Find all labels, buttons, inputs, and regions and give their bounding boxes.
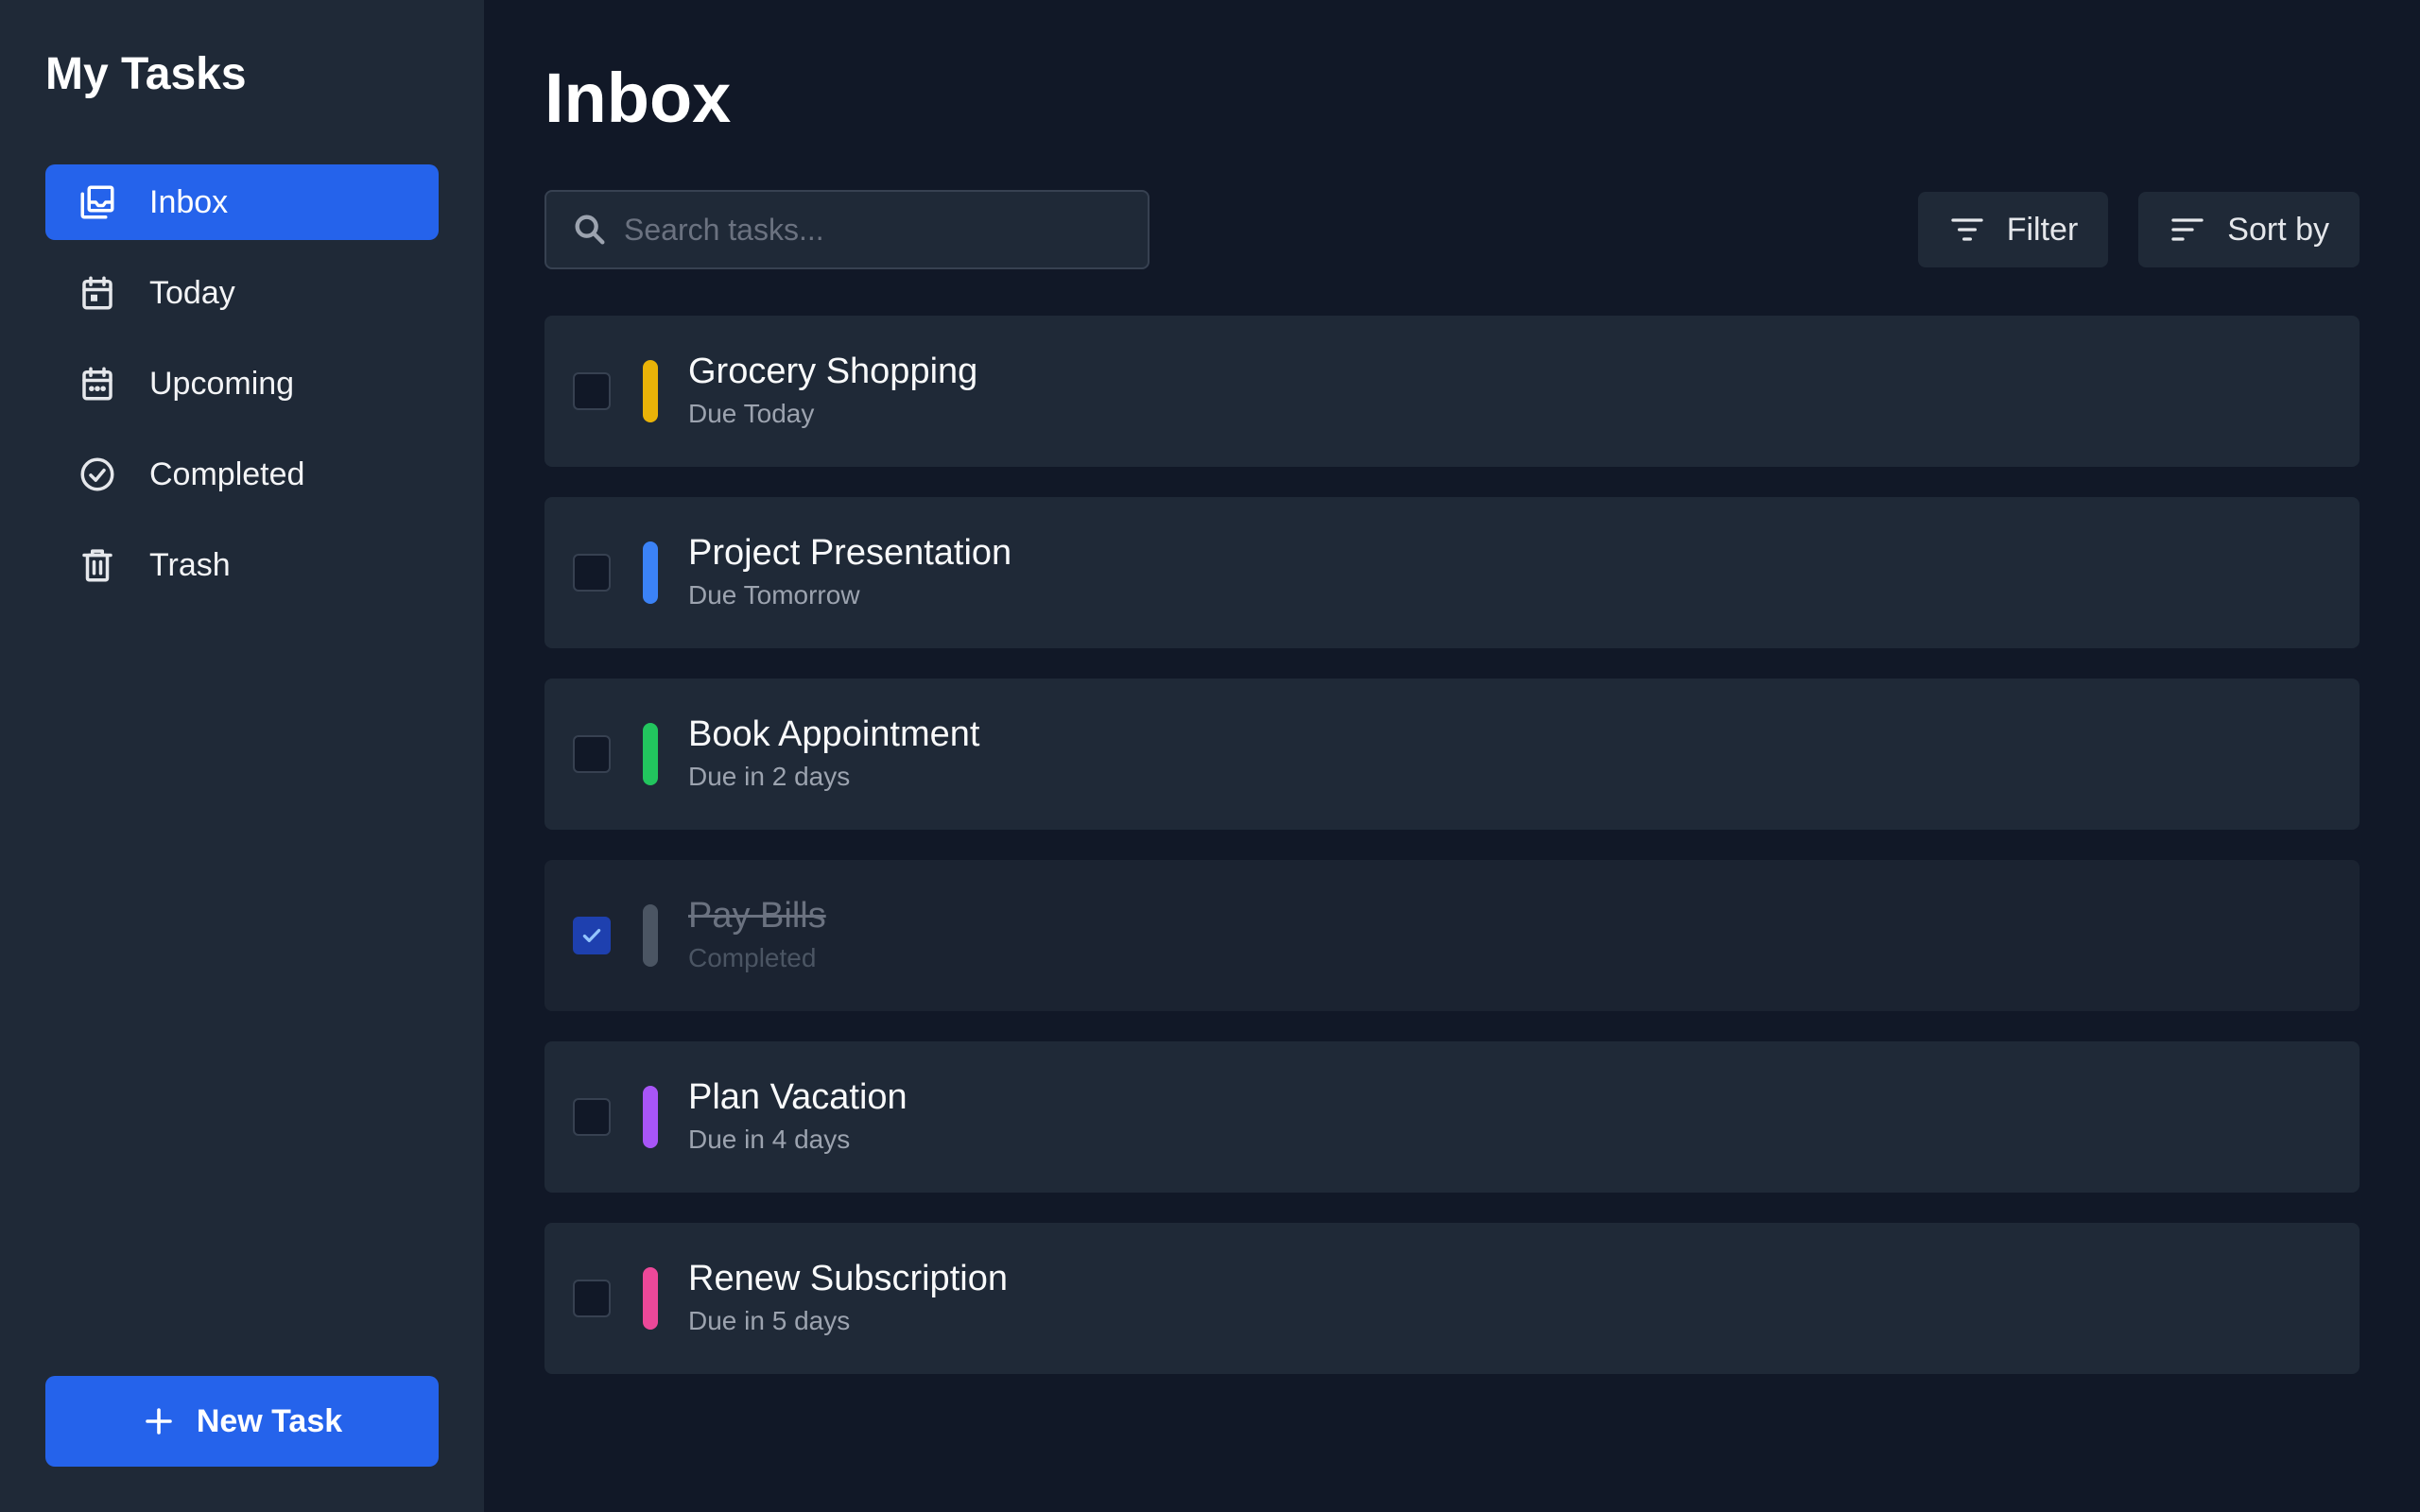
app-title: My Tasks: [45, 49, 247, 99]
priority-indicator: [643, 1086, 658, 1148]
task-title: Grocery Shopping: [688, 352, 978, 391]
task-list: Grocery Shopping Due Today Project Prese…: [544, 316, 2360, 1374]
sort-label: Sort by: [2227, 211, 2329, 248]
task-due: Due in 2 days: [688, 762, 851, 791]
search-input[interactable]: [624, 212, 1134, 248]
sort-button[interactable]: Sort by: [2138, 192, 2360, 267]
sidebar-item-trash[interactable]: Trash: [45, 527, 439, 603]
task-checkbox[interactable]: [573, 1098, 611, 1136]
sidebar-item-today[interactable]: Today: [45, 255, 439, 331]
task-title: Renew Subscription: [688, 1259, 1008, 1298]
priority-indicator: [643, 1267, 658, 1330]
sidebar-item-label: Completed: [149, 455, 305, 492]
main-content: Inbox Filter Sort by: [484, 0, 2420, 1512]
search-box: [544, 190, 1150, 269]
task-title: Pay Bills: [688, 896, 826, 936]
task-row[interactable]: Project Presentation Due Tomorrow: [544, 497, 2360, 648]
sidebar-item-completed[interactable]: Completed: [45, 437, 439, 512]
sidebar-item-upcoming[interactable]: Upcoming: [45, 346, 439, 421]
sidebar: My Tasks Inbox Today Upcoming Completed …: [0, 0, 484, 1512]
sort-icon: [2171, 218, 2204, 241]
search-icon: [575, 215, 605, 245]
task-row[interactable]: Book Appointment Due in 2 days: [544, 679, 2360, 830]
check-circle-icon: [78, 455, 117, 494]
task-due: Due in 5 days: [688, 1306, 851, 1335]
filter-icon: [1951, 218, 1983, 241]
new-task-label: New Task: [196, 1402, 343, 1439]
task-title: Plan Vacation: [688, 1077, 908, 1117]
task-row[interactable]: Grocery Shopping Due Today: [544, 316, 2360, 467]
page-title: Inbox: [544, 59, 732, 137]
task-row-completed[interactable]: Pay Bills Completed: [544, 860, 2360, 1011]
task-checkbox[interactable]: [573, 735, 611, 773]
priority-indicator: [643, 723, 658, 785]
task-title: Book Appointment: [688, 714, 980, 754]
task-row[interactable]: Renew Subscription Due in 5 days: [544, 1223, 2360, 1374]
task-checkbox-checked[interactable]: [573, 917, 611, 954]
calendar-today-icon: [78, 273, 117, 313]
trash-icon: [78, 545, 117, 585]
task-due: Due Tomorrow: [688, 580, 860, 610]
sidebar-item-inbox[interactable]: Inbox: [45, 164, 439, 240]
plus-icon: [146, 1408, 172, 1435]
priority-indicator: [643, 904, 658, 967]
priority-indicator: [643, 360, 658, 422]
sidebar-item-label: Today: [149, 274, 235, 311]
toolbar: Filter Sort by: [544, 189, 2360, 270]
sidebar-item-label: Trash: [149, 546, 231, 583]
filter-label: Filter: [2006, 211, 2079, 248]
sidebar-item-label: Inbox: [149, 183, 229, 220]
new-task-button[interactable]: New Task: [45, 1376, 439, 1467]
priority-indicator: [643, 541, 658, 604]
checkmark-icon: [582, 928, 601, 943]
task-due: Completed: [688, 943, 817, 972]
task-due: Due Today: [688, 399, 815, 428]
task-row[interactable]: Plan Vacation Due in 4 days: [544, 1041, 2360, 1193]
task-checkbox[interactable]: [573, 1280, 611, 1317]
task-checkbox[interactable]: [573, 554, 611, 592]
calendar-upcoming-icon: [78, 364, 117, 404]
app: My Tasks Inbox Today Upcoming Completed …: [0, 0, 2420, 1512]
filter-button[interactable]: Filter: [1917, 192, 2109, 267]
sidebar-item-label: Upcoming: [149, 365, 295, 402]
task-due: Due in 4 days: [688, 1125, 851, 1154]
sidebar-nav: Inbox Today Upcoming Completed Trash: [45, 164, 439, 603]
task-title: Project Presentation: [688, 533, 1012, 573]
task-checkbox[interactable]: [573, 372, 611, 410]
inbox-icon: [78, 182, 117, 222]
